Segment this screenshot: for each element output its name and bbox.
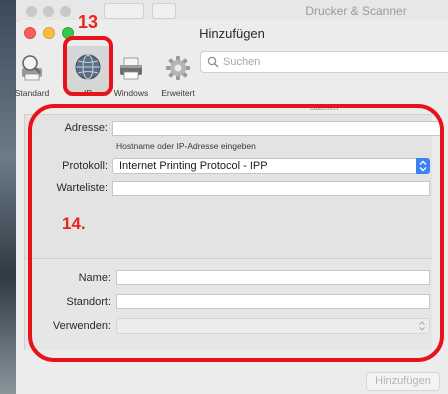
toolbar-windows-label: Windows <box>113 88 149 98</box>
background-nav-buttons <box>104 3 144 19</box>
search-input[interactable] <box>223 54 433 70</box>
toolbar-standard-label: Standard <box>14 88 50 98</box>
search-field[interactable] <box>200 51 448 73</box>
toolbar-erweitert[interactable]: Erweitert <box>152 48 204 98</box>
windows-printer-icon <box>120 57 142 80</box>
background-grid-button <box>152 3 176 19</box>
gear-icon <box>166 56 190 80</box>
toolbar-erweitert-label: Erweitert <box>161 88 195 98</box>
annotation-step-13: 13 <box>78 12 99 32</box>
annotation-step-14: 14. <box>62 214 86 233</box>
background-traffic-lights <box>26 6 71 17</box>
search-icon <box>207 56 219 68</box>
toolbar-windows[interactable]: Windows <box>108 48 154 98</box>
annotation-ring-form <box>28 104 444 362</box>
annotation-ring-ip <box>63 36 113 96</box>
background-window-title: Drucker & Scanner <box>305 4 407 18</box>
standard-printer-icon <box>22 55 42 81</box>
toolbar-standard[interactable]: Standard <box>12 48 52 98</box>
add-button[interactable]: Hinzufügen <box>366 372 440 391</box>
